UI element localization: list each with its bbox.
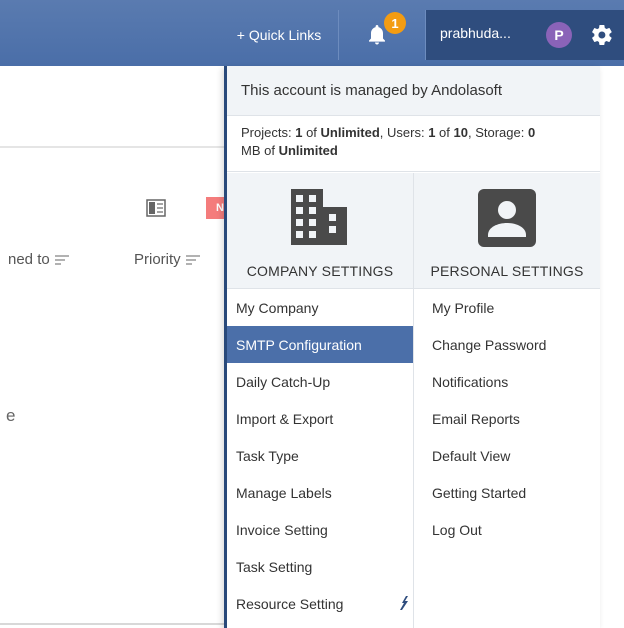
account-quota: Projects: 1 of Unlimited, Users: 1 of 10… xyxy=(227,116,600,172)
quota-text: of xyxy=(306,125,317,140)
notification-count-badge: 1 xyxy=(384,12,406,34)
sort-icon[interactable] xyxy=(185,254,201,266)
quota-label: Users: xyxy=(387,125,425,140)
user-icon xyxy=(478,189,536,247)
username[interactable]: prabhuda... xyxy=(440,25,511,41)
personal-settings-title: PERSONAL SETTINGS xyxy=(430,263,584,279)
menu-item-my-company[interactable]: My Company xyxy=(227,289,413,326)
menu-item-my-profile[interactable]: My Profile xyxy=(414,289,600,326)
quota-label: Storage: xyxy=(475,125,525,140)
new-badge[interactable]: N xyxy=(206,197,226,219)
quota-text: of xyxy=(439,125,450,140)
column-header-assigned-to[interactable]: ned to xyxy=(8,251,70,268)
settings-dropdown: This account is managed by Andolasoft Pr… xyxy=(224,66,600,628)
menu-item-smtp-configuration[interactable]: SMTP Configuration xyxy=(227,326,413,363)
menu-item-task-type[interactable]: Task Type xyxy=(227,437,413,474)
gear-icon[interactable] xyxy=(590,23,614,47)
personal-settings-column: PERSONAL SETTINGS My Profile Change Pass… xyxy=(414,173,600,628)
menu-item-import-export[interactable]: Import & Export xyxy=(227,400,413,437)
list-view-icon[interactable] xyxy=(146,199,166,217)
company-settings-title: COMPANY SETTINGS xyxy=(246,263,394,279)
avatar[interactable]: P xyxy=(546,22,572,48)
menu-item-manage-labels[interactable]: Manage Labels xyxy=(227,474,413,511)
menu-item-default-view[interactable]: Default View xyxy=(414,437,600,474)
menu-item-invoice-setting[interactable]: Invoice Setting xyxy=(227,511,413,548)
menu-item-notifications[interactable]: Notifications xyxy=(414,363,600,400)
settings-columns: COMPANY SETTINGS My Company SMTP Configu… xyxy=(227,173,600,628)
quota-value: 10 xyxy=(453,125,468,140)
notifications-button[interactable]: 1 xyxy=(338,10,426,60)
column-header-label: ned to xyxy=(8,251,50,268)
quota-value: 1 xyxy=(295,125,303,140)
upgrade-icon xyxy=(400,596,408,610)
quota-value: Unlimited xyxy=(278,143,338,158)
quota-label: Projects: xyxy=(241,125,292,140)
column-header-label: Priority xyxy=(134,251,181,268)
menu-item-label: Resource Setting xyxy=(236,595,344,612)
menu-item-resource-setting[interactable]: Resource Setting xyxy=(227,585,413,622)
menu-item-log-out[interactable]: Log Out xyxy=(414,511,600,548)
quota-value: 0 xyxy=(528,125,536,140)
quick-links-button[interactable]: + Quick Links xyxy=(220,12,338,58)
menu-item-email-reports[interactable]: Email Reports xyxy=(414,400,600,437)
building-icon xyxy=(291,189,347,245)
menu-item-change-password[interactable]: Change Password xyxy=(414,326,600,363)
truncated-text: e xyxy=(6,406,16,425)
company-settings-column: COMPANY SETTINGS My Company SMTP Configu… xyxy=(227,173,414,628)
menu-item-task-setting[interactable]: Task Setting xyxy=(227,548,413,585)
menu-item-getting-started[interactable]: Getting Started xyxy=(414,474,600,511)
account-managed-notice: This account is managed by Andolasoft xyxy=(227,66,600,116)
quota-value: 1 xyxy=(428,125,436,140)
top-navbar: + Quick Links 1 prabhuda... P xyxy=(0,0,624,66)
quota-value: Unlimited xyxy=(320,125,380,140)
column-header-priority[interactable]: Priority xyxy=(134,251,201,268)
menu-item-daily-catch-up[interactable]: Daily Catch-Up xyxy=(227,363,413,400)
personal-settings-header: PERSONAL SETTINGS xyxy=(414,173,600,289)
user-menu[interactable]: prabhuda... P xyxy=(426,10,624,60)
divider xyxy=(0,146,224,148)
sort-icon[interactable] xyxy=(54,254,70,266)
company-settings-header: COMPANY SETTINGS xyxy=(227,173,413,289)
quota-text: MB of xyxy=(241,143,275,158)
